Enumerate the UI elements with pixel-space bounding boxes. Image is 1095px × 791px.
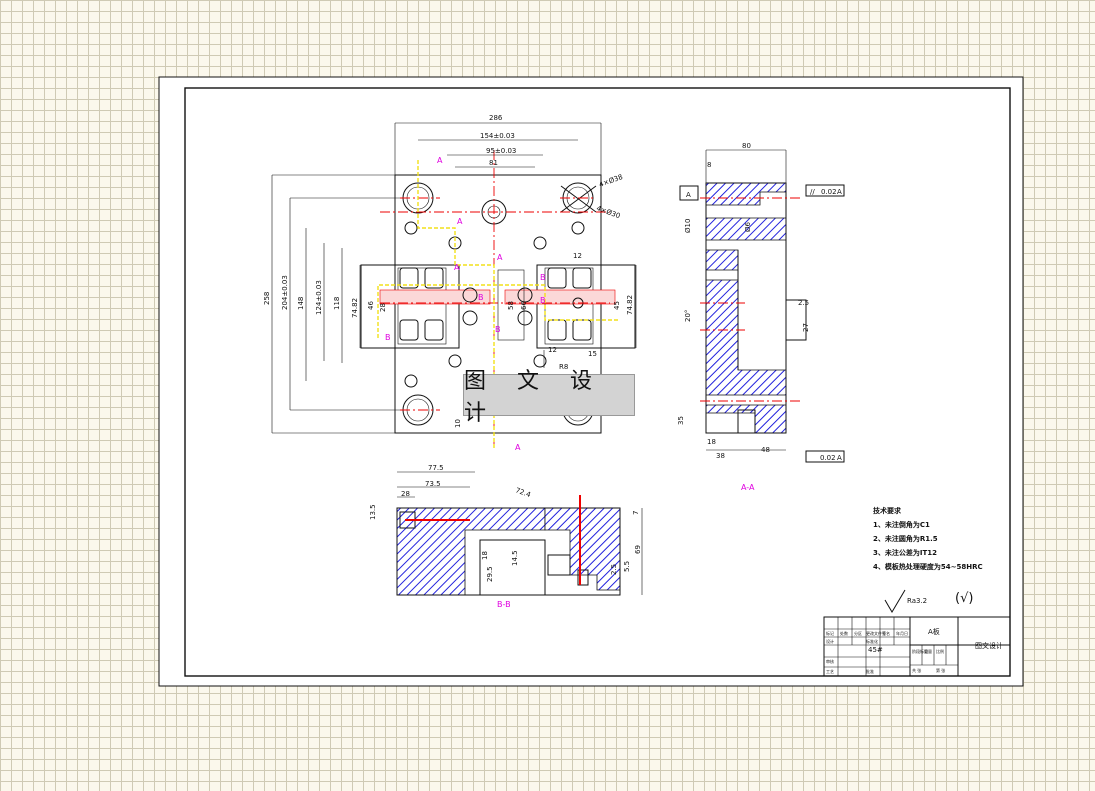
roughness-symbol: Ra3.2	[907, 597, 927, 605]
cad-drawing-canvas: 286 154±0.03 95±0.03 81 258 204±0.03 148…	[0, 0, 1095, 791]
dim-13-5: 13.5	[369, 504, 377, 520]
tolerance-bottom-datum: A	[837, 454, 842, 462]
dim-58: 58	[507, 301, 515, 310]
tolerance-top-datum: A	[837, 188, 842, 196]
dim-118: 118	[333, 297, 341, 310]
title-cell-weight: 重量	[924, 648, 932, 654]
section-mark-b2: B	[478, 293, 484, 302]
title-cell-sign: 签名	[882, 630, 890, 636]
dim-15: 15	[588, 350, 597, 358]
section-mark-a2: A	[457, 217, 463, 226]
dim-28: 28	[379, 303, 387, 312]
section-mark-b1: B	[385, 333, 391, 342]
title-cell-scale: 比例	[936, 648, 944, 654]
title-cell-design: 设计	[826, 638, 834, 644]
dim-154: 154±0.03	[480, 132, 515, 140]
section-mark-a4: A	[497, 253, 503, 262]
title-cell-total: 共 张	[912, 667, 921, 673]
dim-2-5-side: 2.5	[798, 299, 809, 307]
tech-title: 技术要求	[873, 506, 902, 515]
dim-69: 69	[634, 545, 642, 554]
title-company: 图文设计	[975, 641, 1003, 650]
dim-46: 46	[367, 301, 375, 310]
title-cell-zone: 分区	[854, 630, 862, 636]
dim-124: 124±0.03	[315, 280, 323, 315]
dim-5-5: 5.5	[623, 561, 631, 572]
dim-10: 10	[454, 419, 462, 428]
section-label-aa: A-A	[741, 483, 755, 492]
title-cell-sheet: 第 张	[936, 667, 945, 673]
dim-8: 8	[707, 161, 711, 169]
dim-12-top: 12	[573, 252, 582, 260]
tech-item-1: 1、未注倒角为C1	[873, 520, 930, 529]
dim-12-bottom: 12	[548, 346, 557, 354]
tech-item-4: 4、模板热处理硬度为54~58HRC	[873, 562, 983, 571]
dim-35: 35	[677, 416, 685, 425]
dim-7: 7	[632, 511, 640, 515]
title-cell-count: 处数	[840, 630, 848, 636]
section-mark-b5: B	[495, 325, 501, 334]
dim-18-bb: 18	[481, 551, 489, 560]
dim-204: 204±0.03	[281, 275, 289, 310]
dim-20deg: 20°	[684, 310, 692, 322]
dim-80: 80	[742, 142, 751, 150]
roughness-paren: (√)	[955, 591, 973, 606]
title-cell-process: 工艺	[826, 669, 834, 674]
dim-18-side: 18	[707, 438, 716, 446]
dim-27: 27	[802, 323, 810, 332]
dim-28-bb: 28	[401, 490, 410, 498]
dim-2-5-bb: 2.5	[610, 564, 618, 575]
dim-148: 148	[297, 297, 305, 310]
section-label-bb: B-B	[497, 600, 511, 609]
dim-29-5: 29.5	[486, 566, 494, 582]
dim-66: 66	[520, 301, 528, 310]
dim-258: 258	[263, 292, 271, 305]
dim-45: 45	[613, 301, 621, 310]
section-mark-b3: B	[540, 273, 546, 282]
title-cell-review: 审核	[826, 658, 834, 664]
title-cell-approve: 批准	[866, 668, 874, 674]
title-cell-date: 年月日	[896, 630, 908, 636]
tech-item-2: 2、未注圆角为R1.5	[873, 534, 938, 543]
dim-d6: Ø6	[744, 221, 752, 232]
dim-d10: Ø10	[684, 219, 692, 233]
dim-81: 81	[489, 159, 498, 167]
dim-38: 38	[716, 452, 725, 460]
dim-74-82-left: 74.82	[351, 298, 359, 318]
title-part-name: A板	[928, 627, 940, 636]
dim-48: 48	[761, 446, 770, 454]
dim-95: 95±0.03	[486, 147, 516, 155]
tolerance-top-value: 0.02	[821, 188, 837, 196]
section-mark-a1: A	[437, 156, 443, 165]
dim-14-5: 14.5	[511, 550, 519, 566]
tech-item-3: 3、未注公差为IT12	[873, 548, 937, 557]
tolerance-bottom-value: 0.02	[820, 454, 836, 462]
dim-286: 286	[489, 114, 503, 122]
section-mark-b4: B	[540, 296, 546, 305]
title-cell-marker: 标记	[826, 630, 834, 636]
datum-a: A	[686, 191, 691, 199]
section-mark-a3: A	[454, 263, 460, 272]
dim-74-82-right: 74.82	[626, 295, 634, 315]
title-material: 45#	[868, 646, 883, 654]
watermark-label: 图 文 设 计	[463, 369, 635, 426]
dim-77-5: 77.5	[428, 464, 444, 472]
title-cell-standard: 标准化	[866, 638, 878, 644]
tolerance-parallel-symbol: //	[810, 188, 815, 196]
dim-73-5: 73.5	[425, 480, 441, 488]
section-mark-a5: A	[515, 443, 521, 452]
